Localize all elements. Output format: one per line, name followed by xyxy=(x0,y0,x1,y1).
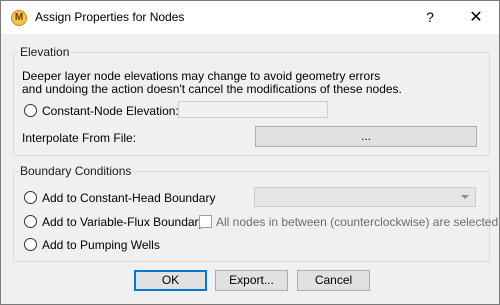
close-button[interactable]: ✕ xyxy=(453,1,499,34)
interpolate-from-file-label: Interpolate From File: xyxy=(22,131,137,145)
elevation-group: Elevation Deeper layer node elevations m… xyxy=(13,45,490,156)
pumping-wells-radio[interactable] xyxy=(24,238,37,251)
ok-button[interactable]: OK xyxy=(134,270,207,291)
export-button[interactable]: Export... xyxy=(215,270,288,291)
all-nodes-between-checkbox[interactable] xyxy=(199,215,212,228)
constant-node-elevation-radio[interactable] xyxy=(24,104,37,117)
browse-file-button[interactable]: ... xyxy=(255,126,477,147)
constant-head-boundary-label: Add to Constant-Head Boundary xyxy=(42,191,216,205)
chevron-down-icon xyxy=(461,195,469,199)
elevation-group-label: Elevation xyxy=(18,45,72,59)
boundary-conditions-group: Boundary Conditions Add to Constant-Head… xyxy=(13,164,500,262)
variable-flux-boundary-radio[interactable] xyxy=(24,215,37,228)
constant-head-dropdown[interactable] xyxy=(254,187,476,207)
elevation-description-line2: and undoing the action doesn't cancel th… xyxy=(22,82,402,96)
all-nodes-between-label: All nodes in between (counterclockwise) … xyxy=(216,215,500,229)
constant-head-boundary-radio[interactable] xyxy=(24,191,37,204)
variable-flux-boundary-label: Add to Variable-Flux Boundary xyxy=(42,215,205,229)
elevation-description-line1: Deeper layer node elevations may change … xyxy=(22,69,381,83)
constant-node-elevation-label: Constant-Node Elevation: xyxy=(42,104,179,118)
dialog-title: Assign Properties for Nodes xyxy=(35,10,185,24)
pumping-wells-label: Add to Pumping Wells xyxy=(42,238,160,252)
cancel-button[interactable]: Cancel xyxy=(297,270,370,291)
dialog-window: M Assign Properties for Nodes ? ✕ Elevat… xyxy=(0,0,500,305)
app-logo-icon: M xyxy=(11,10,27,26)
boundary-group-label: Boundary Conditions xyxy=(18,164,134,178)
help-button[interactable]: ? xyxy=(407,1,453,34)
title-bar: M Assign Properties for Nodes ? ✕ xyxy=(1,1,499,34)
constant-node-elevation-input[interactable] xyxy=(178,101,328,118)
